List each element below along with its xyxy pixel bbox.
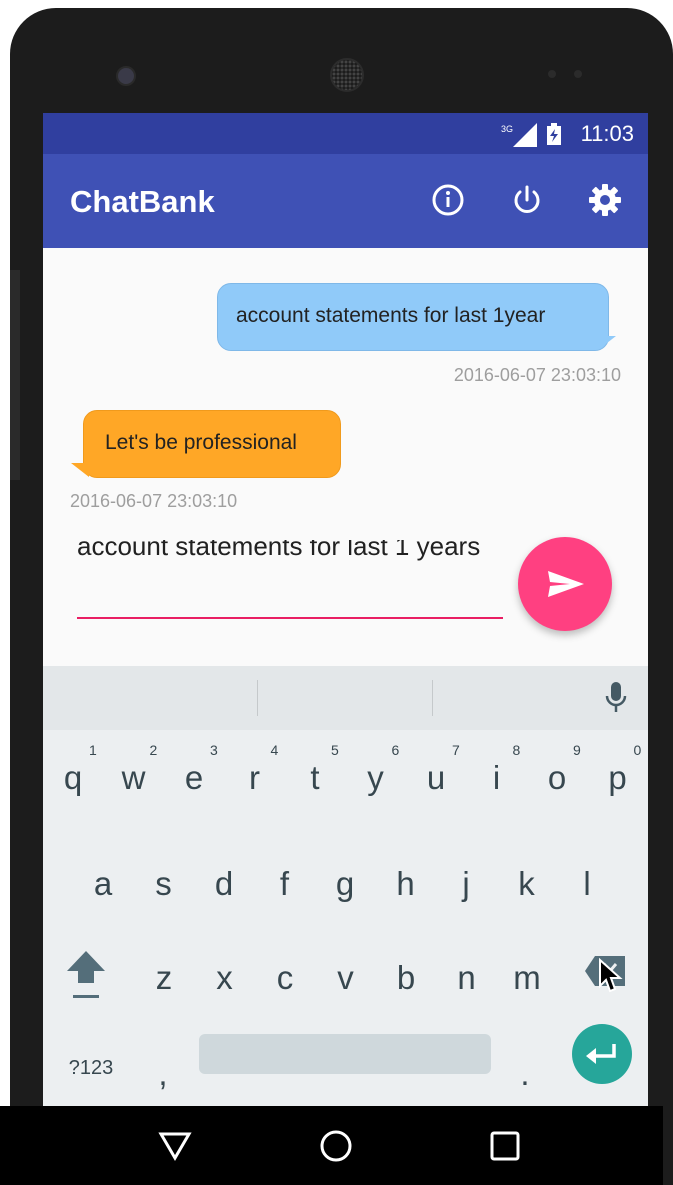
bubble-tail	[71, 463, 89, 477]
message-text: Let's be professional	[105, 431, 297, 454]
suggestion-divider	[257, 680, 258, 716]
suggestion-strip	[43, 666, 648, 730]
soft-keyboard: q1w2e3r4t5y6u7i8o9p0 asdfghjkl zxcvbnm ?…	[43, 666, 648, 1106]
cell-signal-icon: 3G	[501, 123, 537, 147]
send-button[interactable]	[518, 537, 612, 631]
key-m[interactable]: m	[499, 938, 555, 1018]
key-v[interactable]: v	[318, 938, 374, 1018]
key-h[interactable]: h	[378, 844, 434, 924]
front-camera	[116, 66, 136, 86]
key-k[interactable]: k	[499, 844, 555, 924]
outgoing-message-bubble: account statements for last 1year	[217, 283, 609, 351]
key-b[interactable]: b	[378, 938, 434, 1018]
app-title: ChatBank	[70, 184, 215, 219]
back-icon[interactable]	[155, 1126, 195, 1166]
shift-icon[interactable]	[65, 945, 107, 1003]
message-timestamp: 2016-06-07 23:03:10	[70, 491, 238, 511]
network-type-label: 3G	[501, 124, 513, 134]
incoming-message-bubble: Let's be professional	[83, 410, 341, 478]
key-z[interactable]: z	[136, 938, 192, 1018]
message-text: account statements for last 1year	[236, 304, 546, 327]
message-timestamp: 2016-06-07 23:03:10	[453, 365, 621, 385]
key-hint-number: 5	[331, 742, 339, 758]
app-screen: 3G 11:03 ChatBank account statements for…	[43, 113, 648, 1106]
space-bar[interactable]	[199, 1034, 491, 1074]
enter-icon	[586, 1044, 616, 1064]
key-hint-number: 2	[149, 742, 158, 758]
status-time: 11:03	[580, 121, 634, 146]
input-underline	[77, 617, 503, 619]
key-hint-number: 9	[573, 742, 581, 758]
suggestion-divider	[432, 680, 433, 716]
key-j[interactable]: j	[438, 844, 494, 924]
period-key[interactable]: .	[497, 1034, 553, 1106]
chat-list[interactable]: account statements for last 1year 2016-0…	[43, 248, 648, 530]
compose-bar: account statements for last 1 years	[43, 530, 648, 666]
light-sensor	[574, 70, 582, 78]
key-hint-number: 4	[270, 742, 279, 758]
microphone-icon[interactable]	[605, 682, 627, 714]
comma-key[interactable]: ,	[135, 1034, 191, 1106]
key-f[interactable]: f	[257, 844, 313, 924]
settings-gear-icon[interactable]	[585, 180, 625, 220]
message-input-value[interactable]: account statements for last 1 years	[77, 540, 503, 564]
earpiece-speaker	[330, 58, 364, 92]
key-hint-number: 6	[391, 742, 400, 758]
app-bar: ChatBank	[43, 154, 648, 248]
home-icon[interactable]	[316, 1126, 356, 1166]
send-icon	[548, 571, 584, 597]
key-hint-number: 3	[210, 742, 218, 758]
key-n[interactable]: n	[439, 938, 495, 1018]
recents-icon[interactable]	[485, 1126, 525, 1166]
enter-key[interactable]	[572, 1024, 632, 1084]
key-g[interactable]: g	[317, 844, 373, 924]
key-x[interactable]: x	[197, 938, 253, 1018]
key-a[interactable]: a	[75, 844, 131, 924]
key-hint-number: 8	[512, 742, 521, 758]
key-hint-number: 7	[452, 742, 460, 758]
key-hint-number: 0	[633, 742, 642, 758]
phone-top-bezel	[10, 8, 673, 118]
key-s[interactable]: s	[136, 844, 192, 924]
key-hint-number: 1	[89, 742, 97, 758]
info-icon[interactable]	[428, 180, 468, 220]
message-input[interactable]: account statements for last 1 years	[77, 540, 503, 620]
battery-icon	[547, 123, 561, 145]
status-bar: 3G 11:03	[43, 113, 648, 154]
side-button	[10, 270, 20, 480]
mouse-cursor-icon	[599, 958, 623, 993]
key-d[interactable]: d	[196, 844, 252, 924]
symbols-key[interactable]: ?123	[61, 1028, 121, 1106]
bubble-tail	[598, 336, 616, 350]
key-c[interactable]: c	[257, 938, 313, 1018]
power-icon[interactable]	[507, 180, 547, 220]
proximity-sensor	[548, 70, 556, 78]
key-l[interactable]: l	[559, 844, 615, 924]
system-navigation-bar	[0, 1106, 663, 1185]
